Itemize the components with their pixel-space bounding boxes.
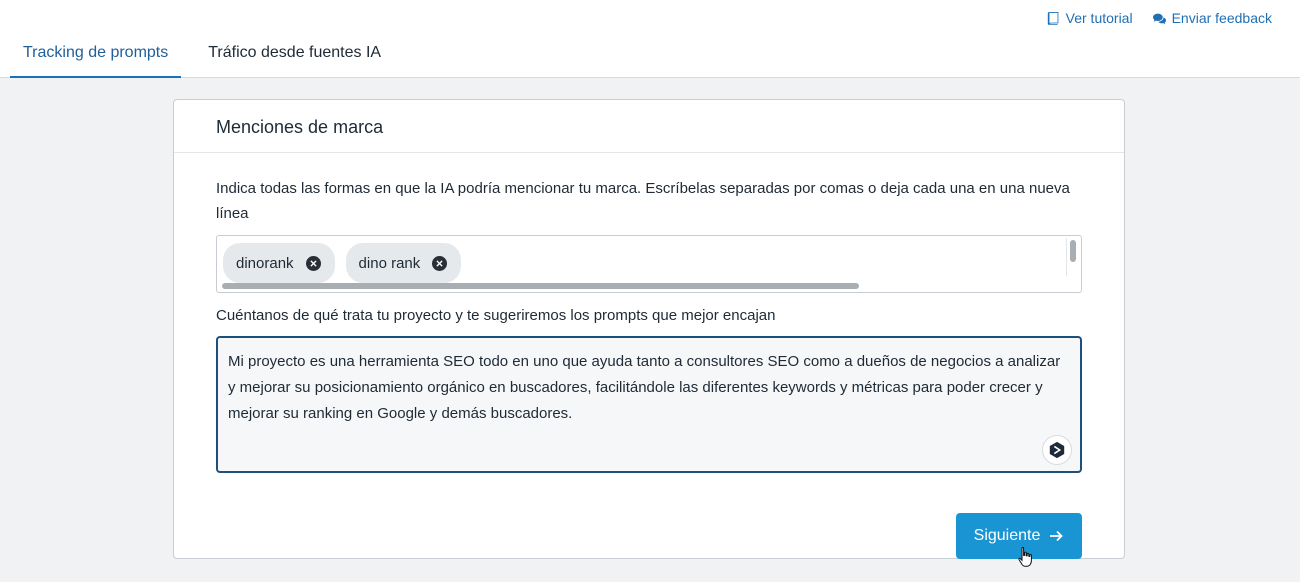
next-label: Siguiente: [973, 527, 1041, 544]
top-bar: Ver tutorial Enviar feedback Tracking de…: [0, 0, 1300, 78]
tabs: Tracking de prompts Tráfico desde fuente…: [10, 30, 408, 78]
ai-assistant-button[interactable]: [1042, 435, 1072, 465]
tutorial-label: Ver tutorial: [1065, 10, 1133, 26]
brand-mentions-card: Menciones de marca Indica todas las form…: [173, 99, 1125, 567]
project-label: Cuéntanos de qué trata tu proyecto y te …: [216, 307, 776, 324]
tag-chip: dino rank: [345, 243, 462, 283]
book-icon: [1047, 11, 1059, 25]
horizontal-scrollbar[interactable]: [222, 283, 859, 289]
tag-label: dinorank: [236, 254, 294, 272]
hand-cursor-icon: [1018, 547, 1032, 567]
project-description-text: Mi proyecto es una herramienta SEO todo …: [228, 353, 1061, 422]
card-title: Menciones de marca: [174, 100, 1124, 153]
arrow-right-icon: [1050, 530, 1064, 542]
comments-icon: [1152, 13, 1166, 24]
tag-list: dinorank dino rank: [223, 243, 462, 283]
tab-trafico-fuentes-ia[interactable]: Tráfico desde fuentes IA: [195, 30, 394, 78]
project-description-textarea[interactable]: Mi proyecto es una herramienta SEO todo …: [216, 336, 1082, 473]
top-links: Ver tutorial Enviar feedback: [1047, 10, 1272, 26]
brand-tags-input[interactable]: dinorank dino rank: [216, 235, 1082, 293]
tag-chip: dinorank: [223, 243, 335, 283]
brand-instructions: Indica todas las formas en que la IA pod…: [216, 180, 1070, 222]
scroll-track: [1066, 238, 1067, 276]
vertical-scrollbar[interactable]: [1070, 240, 1076, 262]
close-circle-icon[interactable]: [432, 255, 448, 271]
tutorial-link[interactable]: Ver tutorial: [1047, 10, 1133, 26]
card-body: Indica todas las formas en que la IA pod…: [174, 176, 1124, 567]
feedback-link[interactable]: Enviar feedback: [1152, 10, 1272, 26]
ai-assistant-icon: [1049, 441, 1065, 459]
feedback-label: Enviar feedback: [1171, 10, 1272, 26]
tag-label: dino rank: [358, 254, 421, 272]
close-circle-icon[interactable]: [305, 255, 321, 271]
tab-tracking-de-prompts[interactable]: Tracking de prompts: [10, 30, 182, 78]
